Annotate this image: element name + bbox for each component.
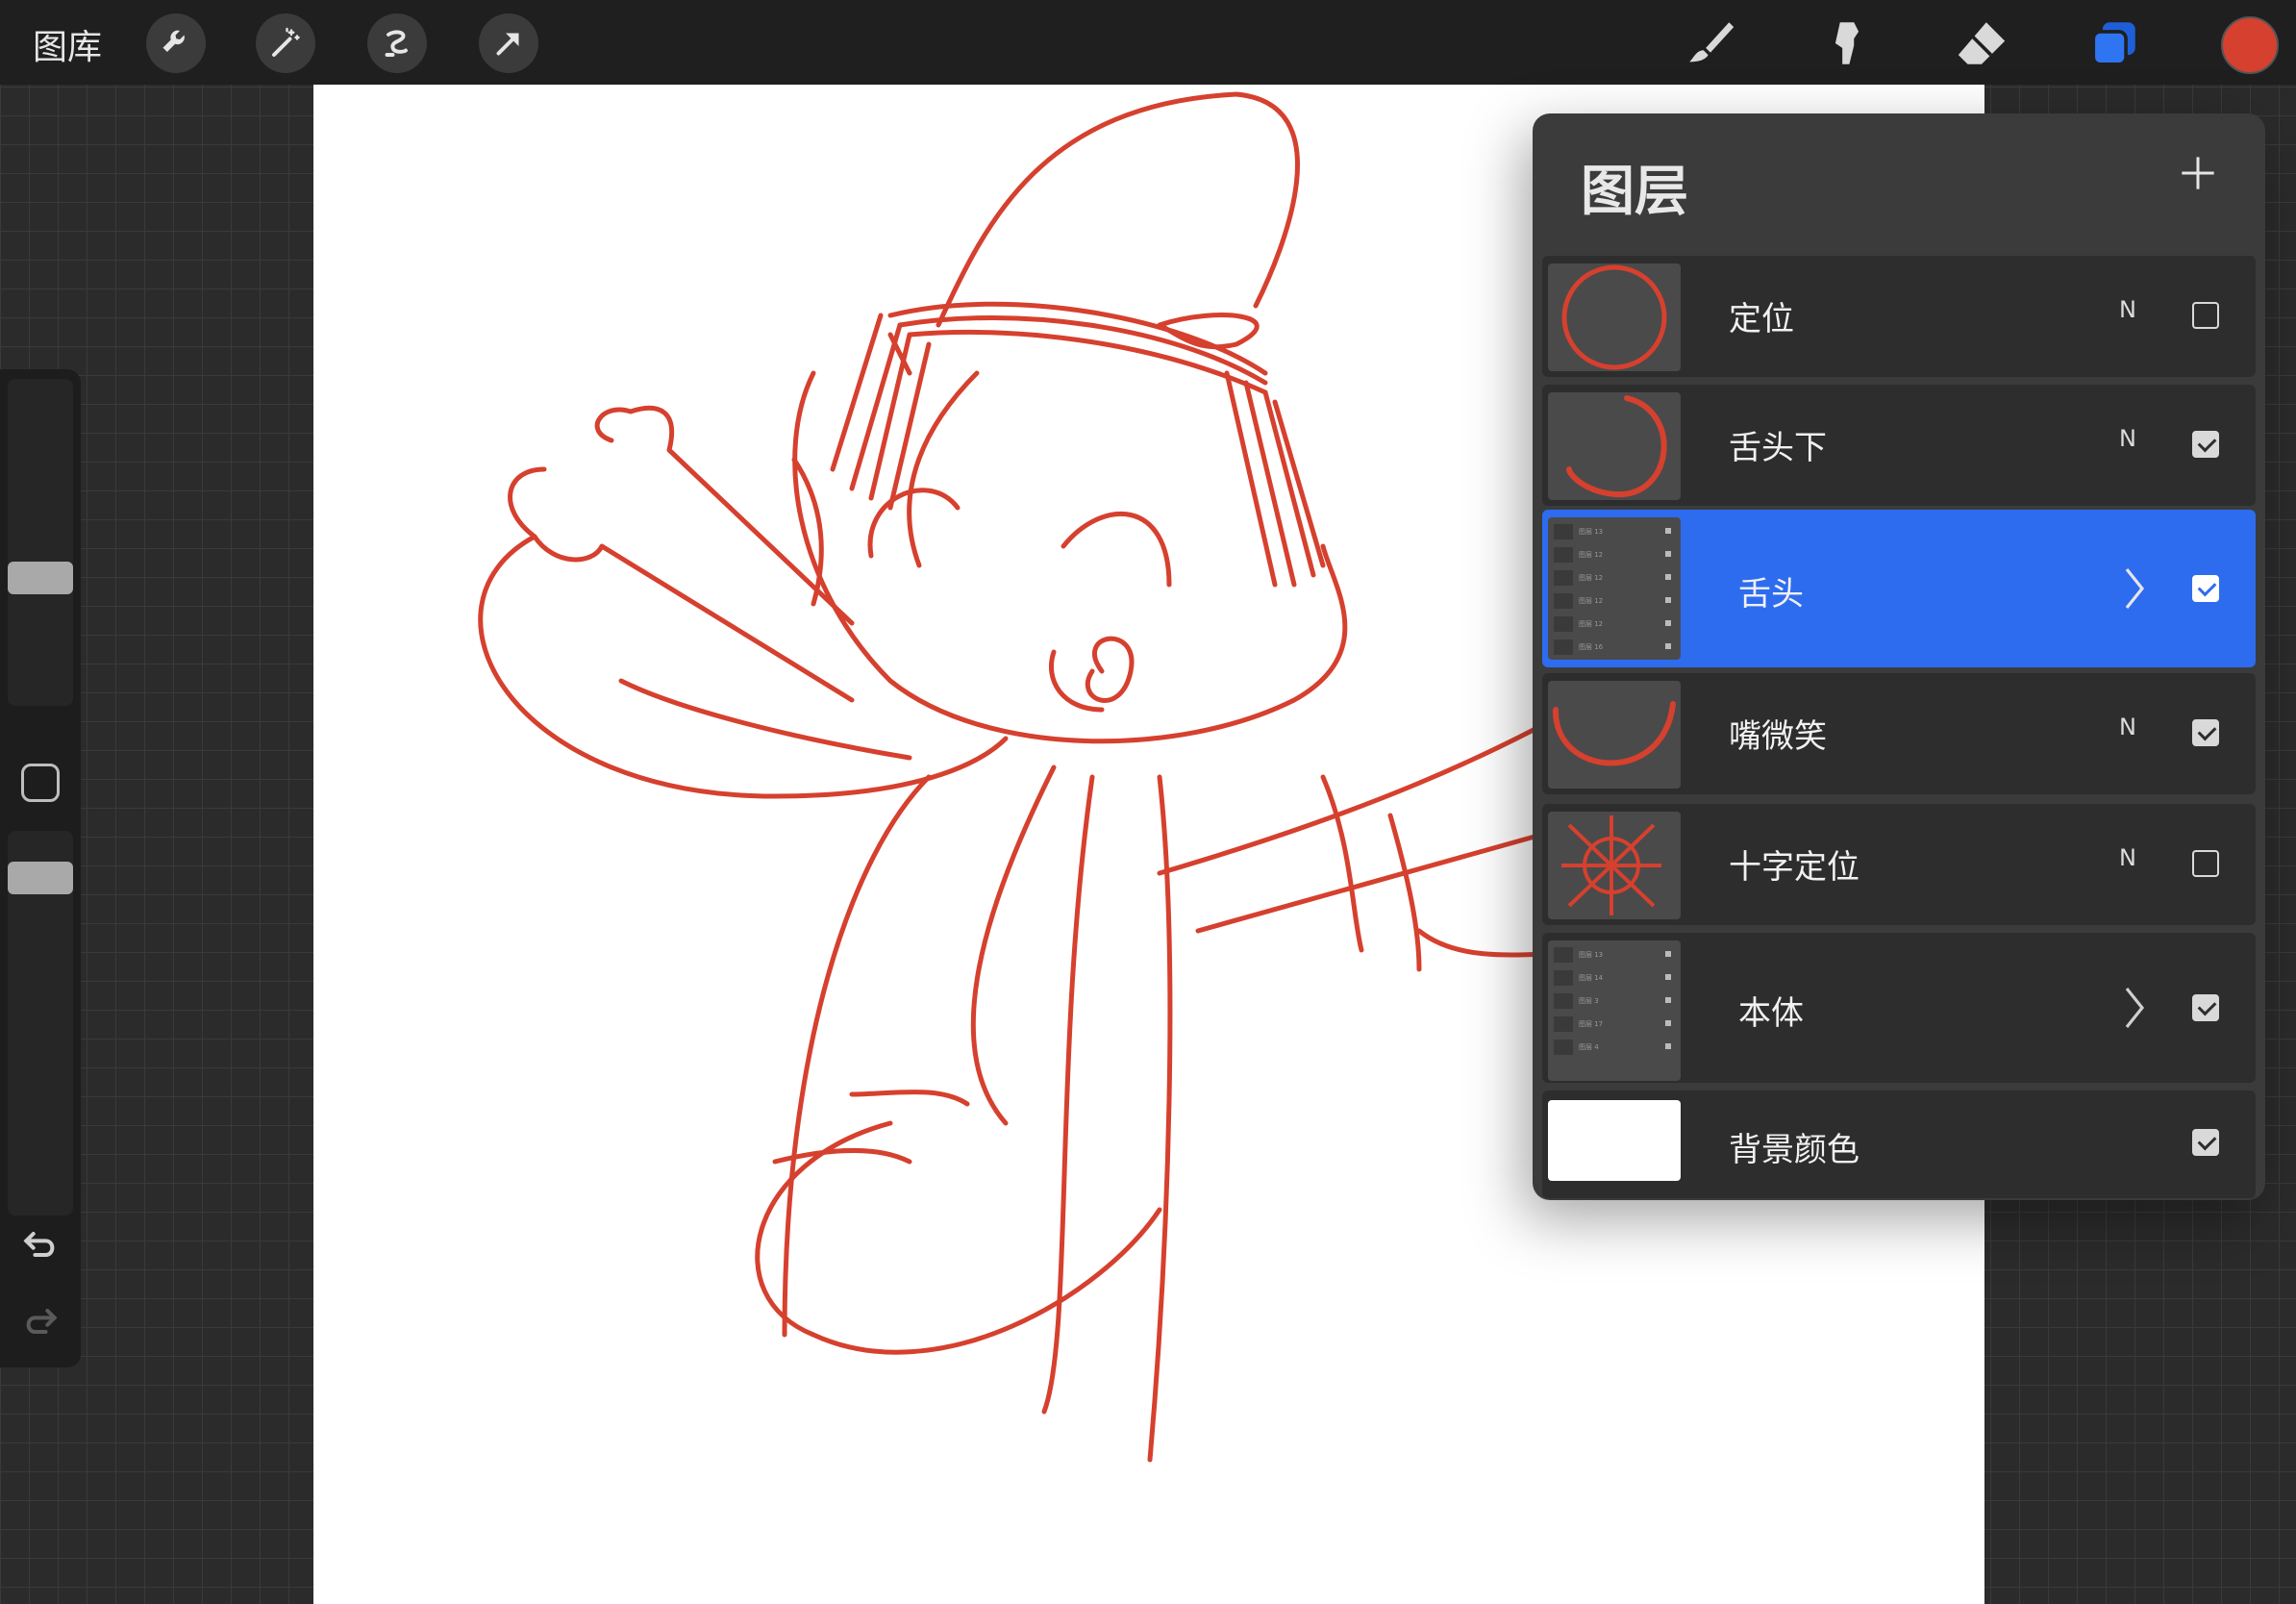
visibility-checkbox[interactable] — [2192, 431, 2219, 458]
layer-thumbnail — [1548, 392, 1681, 500]
brush-size-thumb[interactable] — [8, 562, 73, 594]
layer-thumbnail — [1548, 812, 1681, 919]
visibility-checkbox[interactable] — [2192, 994, 2219, 1021]
layer-name: 舌头下 — [1729, 429, 1827, 467]
group-thumbnail: 图层 13 图层 14 图层 3 图层 17 图层 4 — [1548, 940, 1681, 1081]
gallery-button[interactable]: 图库 — [33, 19, 102, 69]
layer-row-dingwei[interactable]: 定位 N — [1542, 256, 2256, 377]
visibility-checkbox[interactable] — [2192, 302, 2219, 329]
magic-wand-icon[interactable] — [256, 13, 315, 73]
visibility-checkbox[interactable] — [2192, 850, 2219, 877]
blend-mode[interactable]: N — [2119, 425, 2136, 452]
layer-row-background[interactable]: 背景颜色 — [1542, 1090, 2256, 1198]
undo-icon[interactable] — [19, 1223, 62, 1266]
layer-row-shetouxia[interactable]: 舌头下 N — [1542, 385, 2256, 506]
brush-size-slider[interactable] — [8, 379, 73, 706]
smudge-icon[interactable] — [1817, 13, 1877, 73]
group-thumbnail: 图层 13 图层 12 图层 12 图层 12 图层 12 图层 16 — [1548, 517, 1681, 660]
blend-mode[interactable]: N — [2119, 296, 2136, 323]
chevron-right-icon[interactable] — [2123, 985, 2146, 1031]
layer-row-shizidingwei[interactable]: 十字定位 N — [1542, 804, 2256, 925]
brush-icon[interactable] — [1681, 13, 1740, 73]
visibility-checkbox[interactable] — [2192, 719, 2219, 746]
transform-arrow-icon[interactable] — [479, 13, 538, 73]
layer-name: 定位 — [1729, 300, 1794, 338]
visibility-checkbox[interactable] — [2192, 1129, 2219, 1156]
eraser-icon[interactable] — [1952, 13, 2011, 73]
layer-thumbnail — [1548, 263, 1681, 371]
selection-icon[interactable] — [367, 13, 427, 73]
chevron-right-icon[interactable] — [2123, 565, 2146, 612]
layers-title: 图层 — [1581, 161, 1688, 223]
redo-icon[interactable] — [19, 1300, 62, 1342]
color-swatch[interactable] — [2221, 16, 2279, 74]
layer-name: 十字定位 — [1729, 848, 1859, 887]
blend-mode[interactable]: N — [2119, 844, 2136, 871]
layer-name: 嘴微笑 — [1729, 717, 1827, 756]
modify-button[interactable] — [21, 764, 60, 802]
layer-row-shetou[interactable]: 图层 13 图层 12 图层 12 图层 12 图层 12 图层 16 舌头 — [1542, 510, 2256, 667]
layer-name: 本体 — [1738, 994, 1804, 1033]
visibility-checkbox[interactable] — [2192, 575, 2219, 602]
add-layer-icon[interactable] — [2179, 154, 2217, 192]
background-color-thumbnail[interactable] — [1548, 1100, 1681, 1181]
layer-row-benti[interactable]: 图层 13 图层 14 图层 3 图层 17 图层 4 本体 — [1542, 933, 2256, 1083]
left-sidebar — [0, 369, 81, 1367]
top-toolbar: 图库 — [0, 0, 2296, 85]
layers-icon[interactable] — [2084, 13, 2144, 73]
layers-panel: 图层 定位 N 舌头下 N 图层 13 图层 12 图层 12 图层 12 图层… — [1533, 113, 2265, 1200]
blend-mode[interactable]: N — [2119, 714, 2136, 740]
layer-thumbnail — [1548, 681, 1681, 789]
opacity-thumb[interactable] — [8, 862, 73, 894]
layer-name: 舌头 — [1738, 575, 1804, 614]
layer-row-zuiweixiao[interactable]: 嘴微笑 N — [1542, 673, 2256, 794]
layer-name: 背景颜色 — [1729, 1131, 1859, 1169]
wrench-icon[interactable] — [146, 13, 206, 73]
